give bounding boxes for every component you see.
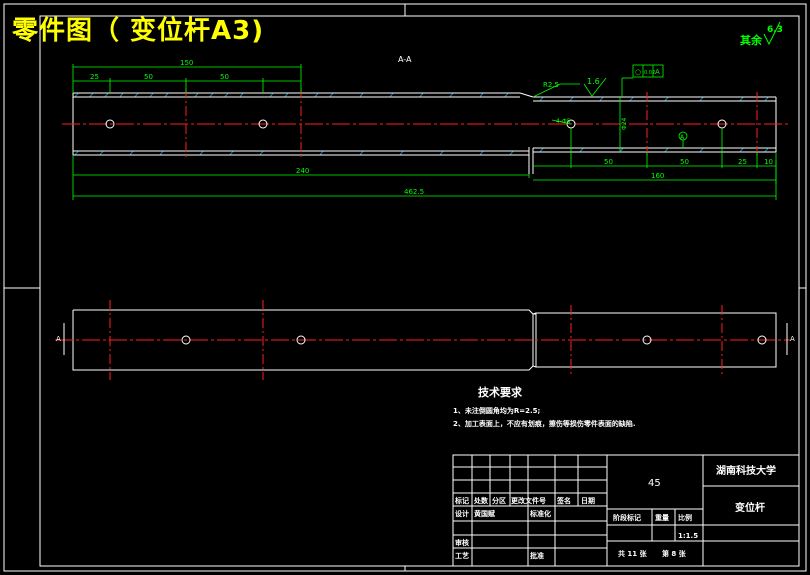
- technical-requirements: 技术要求 1、未注倒圆角均为R=2.5; 2、加工表面上，不应有划痕，擦伤等损伤…: [453, 385, 636, 428]
- tech-req-line2: 2、加工表面上，不应有划痕，擦伤等损伤零件表面的缺陷.: [453, 419, 636, 428]
- designer-label: 设计: [455, 509, 469, 518]
- scale-value: 1:1.5: [678, 532, 698, 540]
- roughness-label: 其余: [740, 33, 763, 47]
- approve-label: 批准: [530, 551, 544, 560]
- tolerance-value: 0.02: [644, 70, 655, 76]
- weight-label: 重量: [655, 513, 669, 522]
- drawing-frame: [3, 3, 807, 572]
- section-mark-left: A: [56, 335, 61, 343]
- roughness-value: 6.3: [767, 25, 783, 35]
- dim-25: 25: [90, 73, 99, 81]
- chamfer-label: R2.5: [543, 81, 559, 89]
- dim-r160: 160: [651, 172, 664, 180]
- hdr-zone: 分区: [492, 496, 506, 505]
- hdr-sign: 签名: [556, 496, 571, 505]
- drawing-canvas: 其余 6.3 A-A 25 50 50 150 240 462.5 R2.5 1…: [3, 3, 807, 572]
- hdr-mark: 标记: [454, 496, 469, 505]
- dim-150: 150: [180, 59, 193, 67]
- dim-r50a: 50: [604, 158, 613, 166]
- tech-req-line1: 1、未注倒圆角均为R=2.5;: [453, 406, 541, 415]
- dim-50a: 50: [144, 73, 153, 81]
- designer-name: 黄国赋: [474, 509, 495, 518]
- stage-mark-label: 阶段标记: [613, 513, 641, 522]
- shaft-outline: [72, 92, 777, 174]
- part-name: 变位杆: [735, 501, 765, 514]
- roughness-symbol: 其余 6.3: [740, 21, 783, 47]
- school-name: 湖南科技大学: [716, 464, 776, 477]
- material-label: 45: [648, 478, 661, 489]
- hdr-date: 日期: [581, 496, 595, 505]
- section-label: A-A: [398, 55, 412, 64]
- bottom-dimensions: 240 462.5: [72, 152, 777, 200]
- top-dimensions: 25 50 50 150: [72, 59, 302, 93]
- roughness-small: 1.6: [587, 77, 600, 86]
- standard-label: 标准化: [529, 509, 551, 518]
- process-label: 工艺: [455, 551, 469, 560]
- plan-view: A A: [55, 300, 795, 380]
- sheets-total: 共 11 张: [618, 549, 648, 558]
- dim-total: 462.5: [404, 188, 424, 196]
- sheet-number: 第 8 张: [662, 549, 687, 558]
- dim-240: 240: [296, 167, 309, 175]
- tech-req-heading: 技术要求: [478, 385, 523, 399]
- section-marks: [63, 323, 788, 355]
- section-mark-right: A: [790, 335, 795, 343]
- diameter-dim: Φ24: [621, 117, 628, 130]
- scale-label: 比例: [678, 513, 692, 522]
- title-block: 45 湖南科技大学 变位杆 标记 处数 分区 更改文件号 签名 日期 设计 黄国…: [452, 454, 800, 567]
- review-label: 审核: [455, 538, 469, 547]
- hdr-doc: 更改文件号: [511, 496, 546, 505]
- dim-r50b: 50: [680, 158, 689, 166]
- tolerance-datum: A: [655, 68, 660, 76]
- hole-dim: 4-Φ5: [556, 118, 571, 125]
- hdr-count: 处数: [473, 496, 489, 505]
- dim-50b: 50: [220, 73, 229, 81]
- dim-r10: 10: [764, 158, 773, 166]
- tolerance-symbol: ○: [635, 68, 641, 76]
- dim-r25: 25: [738, 158, 747, 166]
- drawing-title: 零件图（ 变位杆A3): [12, 16, 265, 46]
